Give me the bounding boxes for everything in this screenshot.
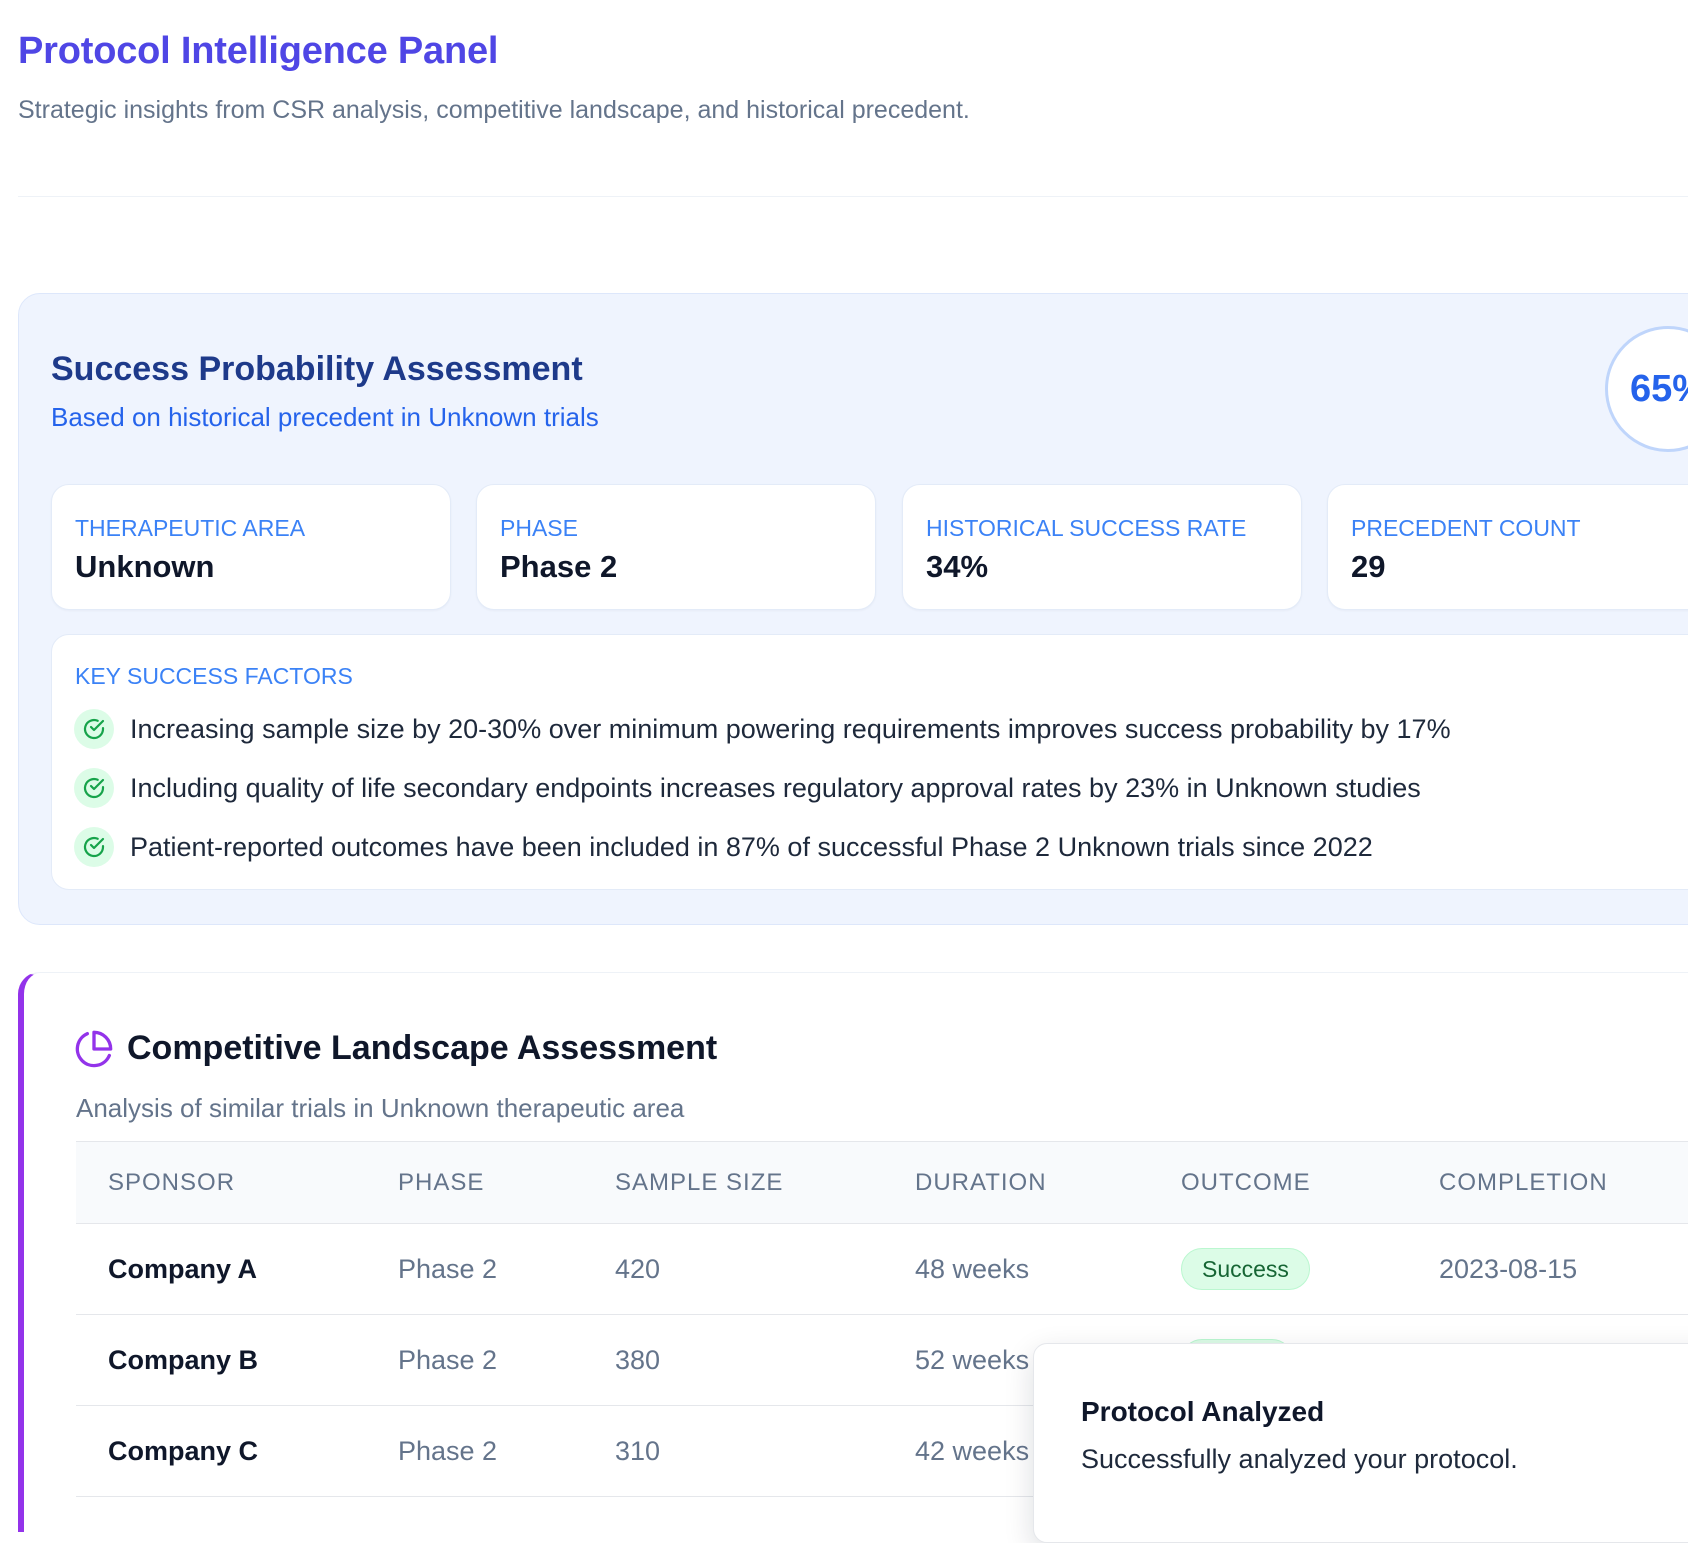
toast-notification[interactable]: Protocol Analyzed Successfully analyzed …: [1033, 1343, 1688, 1543]
column-header-sponsor[interactable]: SPONSOR: [108, 1169, 235, 1197]
column-header-duration[interactable]: DURATION: [915, 1169, 1047, 1197]
stat-card-phase: PHASE Phase 2: [476, 484, 876, 610]
stat-label: THERAPEUTIC AREA: [75, 515, 306, 541]
cell-completion: 2023-08-15: [1439, 1254, 1578, 1284]
cell-phase: Phase 2: [398, 1345, 498, 1375]
table-header-row: SPONSOR PHASE SAMPLE SIZE DURATION OUTCO…: [76, 1142, 1688, 1224]
check-circle-icon: [74, 827, 114, 867]
success-probability-circle: 65%: [1605, 326, 1688, 452]
stat-label: PHASE: [500, 515, 578, 541]
factor-text: Including quality of life secondary endp…: [130, 772, 1421, 803]
key-success-factors-card: KEY SUCCESS FACTORS Increasing sample si…: [51, 634, 1688, 890]
competitive-title: Competitive Landscape Assessment: [127, 1029, 718, 1067]
cell-duration: 48 weeks: [915, 1254, 1030, 1284]
table-row[interactable]: Company A Phase 2 420 48 weeks Success 2…: [76, 1224, 1688, 1315]
cell-sample-size: 310: [615, 1436, 661, 1466]
stat-value: 34%: [926, 549, 989, 584]
factor-text: Patient-reported outcomes have been incl…: [130, 831, 1373, 862]
cell-sponsor: Company C: [108, 1436, 259, 1466]
column-header-phase[interactable]: PHASE: [398, 1169, 484, 1197]
key-success-factors-label: KEY SUCCESS FACTORS: [75, 663, 353, 689]
stat-value: 29: [1351, 549, 1386, 584]
toast-message: Successfully analyzed your protocol.: [1081, 1444, 1518, 1474]
cell-sample-size: 420: [615, 1254, 661, 1284]
column-header-sample-size[interactable]: SAMPLE SIZE: [615, 1169, 783, 1197]
factor-item: Patient-reported outcomes have been incl…: [74, 827, 1373, 867]
cell-sample-size: 380: [615, 1345, 661, 1375]
stat-label: HISTORICAL SUCCESS RATE: [926, 515, 1247, 541]
success-card-subtitle: Based on historical precedent in Unknown…: [51, 402, 599, 432]
cell-phase: Phase 2: [398, 1436, 498, 1466]
outcome-badge: Success: [1181, 1248, 1310, 1290]
stat-card-precedent-count: PRECEDENT COUNT 29: [1327, 484, 1688, 610]
page-subtitle: Strategic insights from CSR analysis, co…: [18, 96, 970, 124]
header-divider: [18, 196, 1688, 197]
stat-value: Phase 2: [500, 549, 618, 584]
cell-phase: Phase 2: [398, 1254, 498, 1284]
pie-chart-icon: [74, 1029, 114, 1069]
success-card-title: Success Probability Assessment: [51, 350, 583, 388]
check-circle-icon: [74, 768, 114, 808]
page-title: Protocol Intelligence Panel: [18, 30, 499, 72]
cell-duration: 42 weeks: [915, 1436, 1030, 1466]
factor-item: Including quality of life secondary endp…: [74, 768, 1421, 808]
cell-sponsor: Company A: [108, 1254, 258, 1284]
factor-text: Increasing sample size by 20-30% over mi…: [130, 713, 1451, 744]
cell-sponsor: Company B: [108, 1345, 259, 1375]
factor-item: Increasing sample size by 20-30% over mi…: [74, 709, 1451, 749]
stat-value: Unknown: [75, 549, 215, 584]
cell-duration: 52 weeks: [915, 1345, 1030, 1375]
competitive-subtitle: Analysis of similar trials in Unknown th…: [76, 1093, 685, 1123]
toast-title: Protocol Analyzed: [1081, 1396, 1325, 1427]
stat-card-therapeutic-area: THERAPEUTIC AREA Unknown: [51, 484, 451, 610]
check-circle-icon: [74, 709, 114, 749]
stat-card-historical-success-rate: HISTORICAL SUCCESS RATE 34%: [902, 484, 1302, 610]
stat-label: PRECEDENT COUNT: [1351, 515, 1581, 541]
success-probability-card: Success Probability Assessment Based on …: [18, 293, 1688, 925]
column-header-outcome[interactable]: OUTCOME: [1181, 1169, 1311, 1197]
column-header-completion[interactable]: COMPLETION: [1439, 1169, 1608, 1197]
